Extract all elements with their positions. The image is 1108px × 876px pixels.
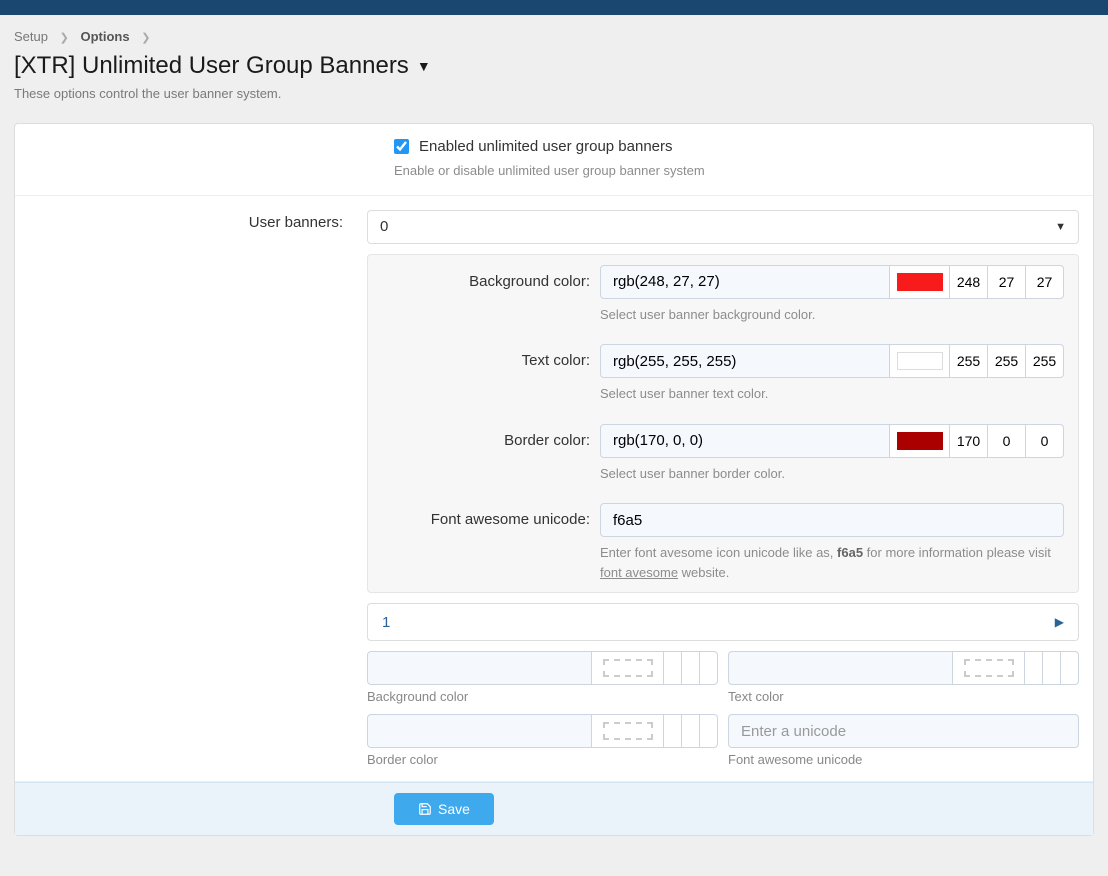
user-banners-label: User banners:: [15, 196, 353, 249]
bg-b[interactable]: [1026, 265, 1064, 299]
compact-bg-b[interactable]: [700, 651, 718, 685]
caret-right-icon: ▶: [1055, 615, 1064, 629]
border-color-label: Border color:: [382, 424, 600, 449]
border-r[interactable]: [950, 424, 988, 458]
enable-hint: Enable or disable unlimited user group b…: [394, 161, 1079, 181]
save-icon: [418, 802, 432, 816]
compact-bg-swatch[interactable]: [592, 651, 664, 685]
compact-text-b[interactable]: [1061, 651, 1079, 685]
compact-bg-r[interactable]: [664, 651, 682, 685]
border-color-swatch[interactable]: [890, 424, 950, 458]
banner-1-accordion[interactable]: 1 ▶: [367, 603, 1079, 641]
fa-unicode-input[interactable]: [600, 503, 1064, 537]
compact-fa-input[interactable]: [728, 714, 1079, 748]
compact-border-b[interactable]: [700, 714, 718, 748]
user-banners-select[interactable]: 0 ▼: [367, 210, 1079, 244]
breadcrumb: Setup ❯ Options ❯: [14, 29, 1094, 44]
enable-checkbox[interactable]: [394, 139, 409, 154]
bg-color-swatch[interactable]: [890, 265, 950, 299]
banner-compact-grid: Background color Text color: [367, 651, 1079, 767]
chevron-right-icon: ❯: [60, 32, 69, 44]
enable-label: Enabled unlimited user group banners: [419, 138, 673, 155]
text-r[interactable]: [950, 344, 988, 378]
text-g[interactable]: [988, 344, 1026, 378]
font-awesome-link[interactable]: font avesome: [600, 565, 678, 580]
breadcrumb-setup[interactable]: Setup: [14, 29, 48, 44]
compact-text-label: Text color: [728, 689, 1079, 704]
bg-r[interactable]: [950, 265, 988, 299]
compact-text-input[interactable]: [728, 651, 953, 685]
compact-text-swatch[interactable]: [953, 651, 1025, 685]
page-header: Setup ❯ Options ❯ [XTR] Unlimited User G…: [0, 15, 1108, 109]
text-color-label: Text color:: [382, 344, 600, 369]
text-b[interactable]: [1026, 344, 1064, 378]
compact-border-label: Border color: [367, 752, 718, 767]
bg-color-hint: Select user banner background color.: [600, 305, 1064, 325]
text-color-swatch[interactable]: [890, 344, 950, 378]
border-color-hint: Select user banner border color.: [600, 464, 1064, 484]
compact-text-r[interactable]: [1025, 651, 1043, 685]
text-color-input[interactable]: [600, 344, 890, 378]
fa-unicode-label: Font awesome unicode:: [382, 503, 600, 528]
compact-border-r[interactable]: [664, 714, 682, 748]
border-color-input[interactable]: [600, 424, 890, 458]
bg-color-input[interactable]: [600, 265, 890, 299]
footer-bar: Save: [15, 782, 1093, 835]
chevron-right-icon: ❯: [141, 32, 150, 44]
caret-down-icon: ▼: [417, 58, 431, 74]
compact-bg-g[interactable]: [682, 651, 700, 685]
caret-down-icon: ▼: [1055, 221, 1066, 233]
compact-fa-label: Font awesome unicode: [728, 752, 1079, 767]
compact-bg-input[interactable]: [367, 651, 592, 685]
page-title[interactable]: [XTR] Unlimited User Group Banners ▼: [14, 52, 431, 80]
bg-color-label: Background color:: [382, 265, 600, 290]
text-color-hint: Select user banner text color.: [600, 384, 1064, 404]
compact-text-g[interactable]: [1043, 651, 1061, 685]
breadcrumb-options[interactable]: Options: [80, 29, 129, 44]
border-b[interactable]: [1026, 424, 1064, 458]
compact-bg-label: Background color: [367, 689, 718, 704]
top-bar: [0, 0, 1108, 15]
compact-border-input[interactable]: [367, 714, 592, 748]
border-g[interactable]: [988, 424, 1026, 458]
options-panel: Enabled unlimited user group banners Ena…: [14, 123, 1094, 836]
page-subtitle: These options control the user banner sy…: [14, 86, 1094, 101]
save-button[interactable]: Save: [394, 793, 494, 825]
fa-unicode-hint: Enter font avesome icon unicode like as,…: [600, 543, 1064, 582]
compact-border-g[interactable]: [682, 714, 700, 748]
banner-0-panel: Background color: Select user banner bac…: [367, 254, 1079, 594]
enable-checkbox-row[interactable]: Enabled unlimited user group banners: [394, 138, 1079, 155]
bg-g[interactable]: [988, 265, 1026, 299]
compact-border-swatch[interactable]: [592, 714, 664, 748]
